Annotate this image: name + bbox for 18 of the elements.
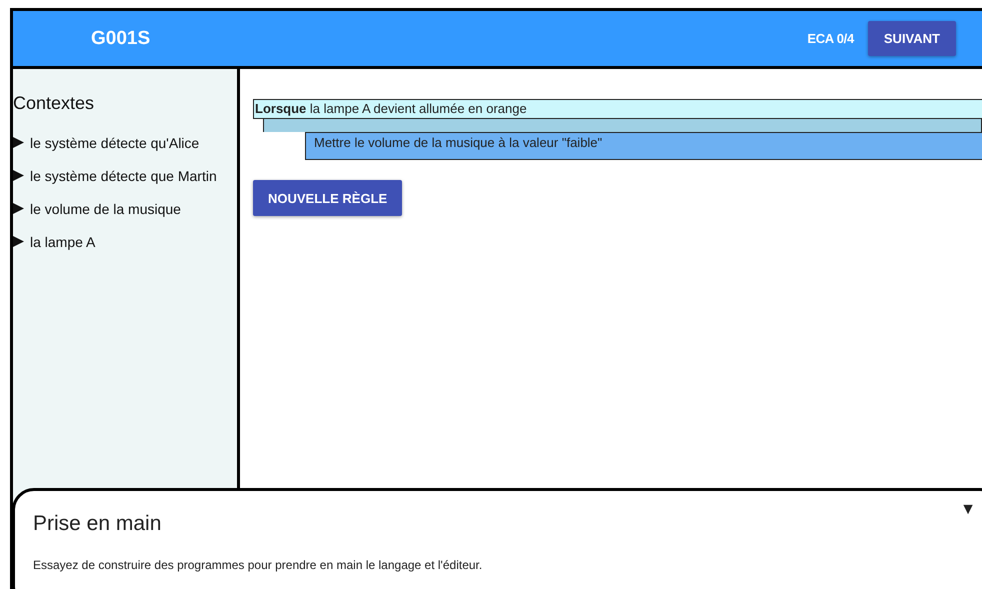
new-rule-button[interactable]: NOUVELLE RÈGLE — [253, 180, 402, 216]
context-item[interactable]: le système détecte qu'Alice — [13, 126, 237, 159]
progress-counter: ECA 0/4 — [807, 31, 854, 46]
help-text: Essayez de construire des programmes pour prendre en main le langage et l'éditeur. — [33, 558, 484, 572]
context-label: le système détecte qu'Alice — [30, 134, 200, 150]
help-title: Prise en main — [33, 512, 162, 536]
context-item[interactable]: le système détecte que Martin — [13, 159, 237, 192]
exercise-title: G001S — [91, 28, 152, 50]
context-label: le système détecte que Martin — [30, 168, 217, 184]
sidebar-title: Contextes — [13, 93, 96, 114]
context-item[interactable]: la lampe A — [13, 225, 237, 258]
next-button[interactable]: SUIVANT — [868, 21, 956, 56]
collapse-toggle[interactable]: ▼ — [960, 501, 976, 519]
rule-condition[interactable]: Lorsque la lampe A devient allumée en orange — [253, 99, 982, 119]
context-item[interactable]: le volume de la musique — [13, 192, 237, 225]
context-label: le volume de la musique — [30, 200, 181, 216]
rule-action[interactable]: Mettre le volume de la musique à la valeur "faible" — [305, 132, 982, 160]
context-label: la lampe A — [30, 234, 96, 250]
